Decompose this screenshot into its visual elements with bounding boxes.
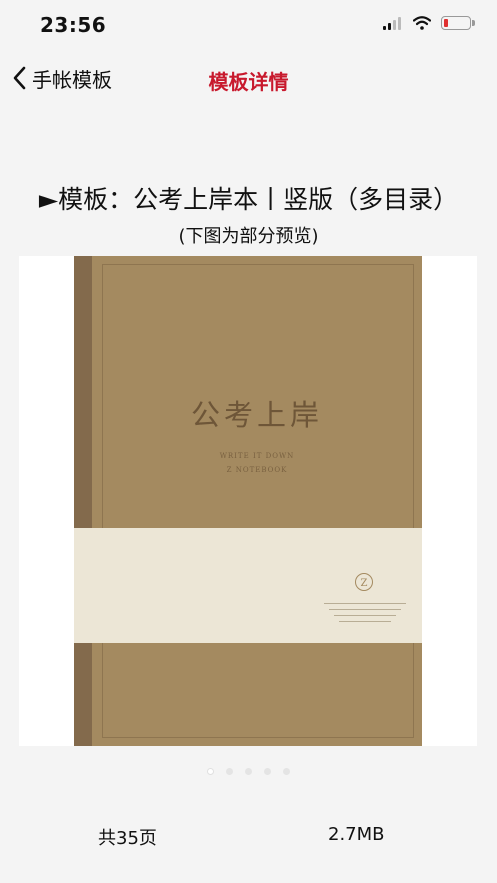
status-icons [383, 16, 475, 30]
status-bar: 23:56 [0, 0, 497, 50]
page-dot[interactable] [226, 768, 233, 775]
page-count: 共35页 [98, 828, 157, 849]
page-title: 模板详情 [208, 70, 289, 94]
battery-icon [441, 16, 475, 30]
page-indicator[interactable] [0, 768, 497, 775]
notebook-cover-image: 公考上岸 WRITE IT DOWN Z NOTEBOOK Z [74, 256, 422, 746]
page-dot[interactable] [264, 768, 271, 775]
book-spine [74, 256, 92, 746]
signal-icon [383, 16, 403, 30]
z-logo-icon: Z [355, 573, 373, 591]
status-time: 23:56 [40, 13, 107, 37]
template-subtitle: (下图为部分预览) [178, 226, 319, 247]
preview-carousel[interactable]: 公考上岸 WRITE IT DOWN Z NOTEBOOK Z [19, 256, 477, 746]
svg-text:Z: Z [361, 578, 368, 589]
template-title: ►模板：公考上岸本丨竖版（多目录） [38, 185, 459, 214]
cover-band: Z [74, 528, 422, 643]
band-text-lines [324, 603, 406, 627]
cover-line-1: WRITE IT DOWN [219, 452, 295, 460]
cover-title: 公考上岸 [190, 398, 323, 432]
page-dot[interactable] [245, 768, 252, 775]
page-dot[interactable] [207, 768, 214, 775]
nav-bar: 手帐模板 模板详情 [0, 50, 497, 106]
file-size: 2.7MB [328, 824, 385, 845]
cover-border [102, 264, 414, 738]
template-info: 共35页 2.7MB [0, 824, 497, 850]
cover-line-2: Z NOTEBOOK [226, 466, 288, 474]
battery-level [444, 19, 449, 27]
page-dot[interactable] [283, 768, 290, 775]
wifi-icon [413, 16, 431, 30]
